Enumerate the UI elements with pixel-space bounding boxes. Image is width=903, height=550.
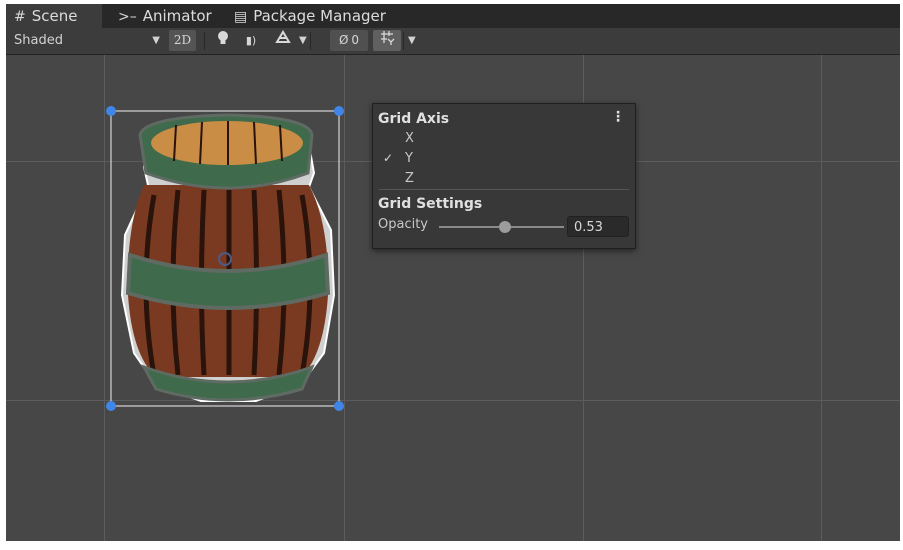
effects-icon xyxy=(275,30,291,43)
animator-icon: >– xyxy=(118,9,137,25)
tab-bar: # Scene >– Animator ▤ Package Manager xyxy=(6,4,900,28)
toolbar-divider xyxy=(204,32,205,50)
grid-settings-popup: Grid Axis ⋮ X ✓ Y Z Grid Settings Opacit… xyxy=(372,103,636,249)
grid-axis-x-option[interactable]: X xyxy=(405,131,414,146)
resize-handle-bottom-right[interactable] xyxy=(334,401,344,411)
barrel-sprite[interactable] xyxy=(96,95,356,415)
opacity-label: Opacity xyxy=(378,217,429,232)
scene-view[interactable]: Grid Axis ⋮ X ✓ Y Z Grid Settings Opacit… xyxy=(6,55,900,541)
shading-mode-dropdown[interactable]: Shaded ▼ xyxy=(14,28,160,54)
scene-toolbar: Shaded ▼ 2D ▮) ▼ Ø0 ▼ xyxy=(6,28,900,55)
popup-divider xyxy=(379,189,629,190)
checkmark-icon: ✓ xyxy=(383,151,394,165)
toolbar-divider xyxy=(403,32,404,50)
grid-settings-button[interactable] xyxy=(373,30,401,51)
package-icon: ▤ xyxy=(234,9,248,25)
resize-handle-top-right[interactable] xyxy=(334,106,344,116)
grid-line xyxy=(821,55,822,541)
scene-visibility-button[interactable]: Ø0 xyxy=(330,30,368,51)
grid-icon: # xyxy=(14,9,26,25)
more-options-icon[interactable]: ⋮ xyxy=(611,109,625,125)
effects-toggle-button[interactable] xyxy=(270,30,296,51)
tab-package-manager[interactable]: ▤ Package Manager xyxy=(234,4,386,28)
opacity-value-field[interactable]: 0.53 xyxy=(567,216,629,237)
grid-settings-title: Grid Settings xyxy=(378,196,483,212)
chevron-down-icon: ▼ xyxy=(408,35,416,46)
opacity-slider-thumb[interactable] xyxy=(499,221,511,233)
resize-handle-bottom-left[interactable] xyxy=(106,401,116,411)
grid-settings-dropdown-arrow[interactable]: ▼ xyxy=(408,28,416,54)
lightbulb-icon xyxy=(218,31,228,44)
grid-axis-y-option[interactable]: Y xyxy=(405,151,413,166)
tab-label: Animator xyxy=(142,7,212,25)
hidden-eye-icon: Ø xyxy=(338,33,349,47)
unity-scene-window: # Scene >– Animator ▤ Package Manager Shade… xyxy=(6,4,900,541)
toolbar-divider xyxy=(310,32,311,50)
chevron-down-icon: ▼ xyxy=(152,35,160,46)
chevron-down-icon: ▼ xyxy=(299,35,307,46)
toggle-2d-button[interactable]: 2D xyxy=(169,30,196,51)
grid-axis-z-option[interactable]: Z xyxy=(405,171,414,186)
effects-dropdown-arrow[interactable]: ▼ xyxy=(299,28,307,54)
tab-scene[interactable]: # Scene xyxy=(6,4,102,28)
tab-label: Scene xyxy=(31,7,78,25)
lighting-toggle-button[interactable] xyxy=(212,30,234,51)
tab-label: Package Manager xyxy=(253,7,386,25)
audio-toggle-button[interactable]: ▮) xyxy=(239,30,263,51)
speaker-icon: ▮) xyxy=(245,34,257,47)
resize-handle-top-left[interactable] xyxy=(106,106,116,116)
tab-animator[interactable]: >– Animator xyxy=(118,4,212,28)
grid-axis-icon xyxy=(381,31,395,45)
grid-axis-title: Grid Axis xyxy=(378,111,450,127)
shading-mode-label: Shaded xyxy=(14,33,63,48)
hidden-count: 0 xyxy=(351,33,360,47)
